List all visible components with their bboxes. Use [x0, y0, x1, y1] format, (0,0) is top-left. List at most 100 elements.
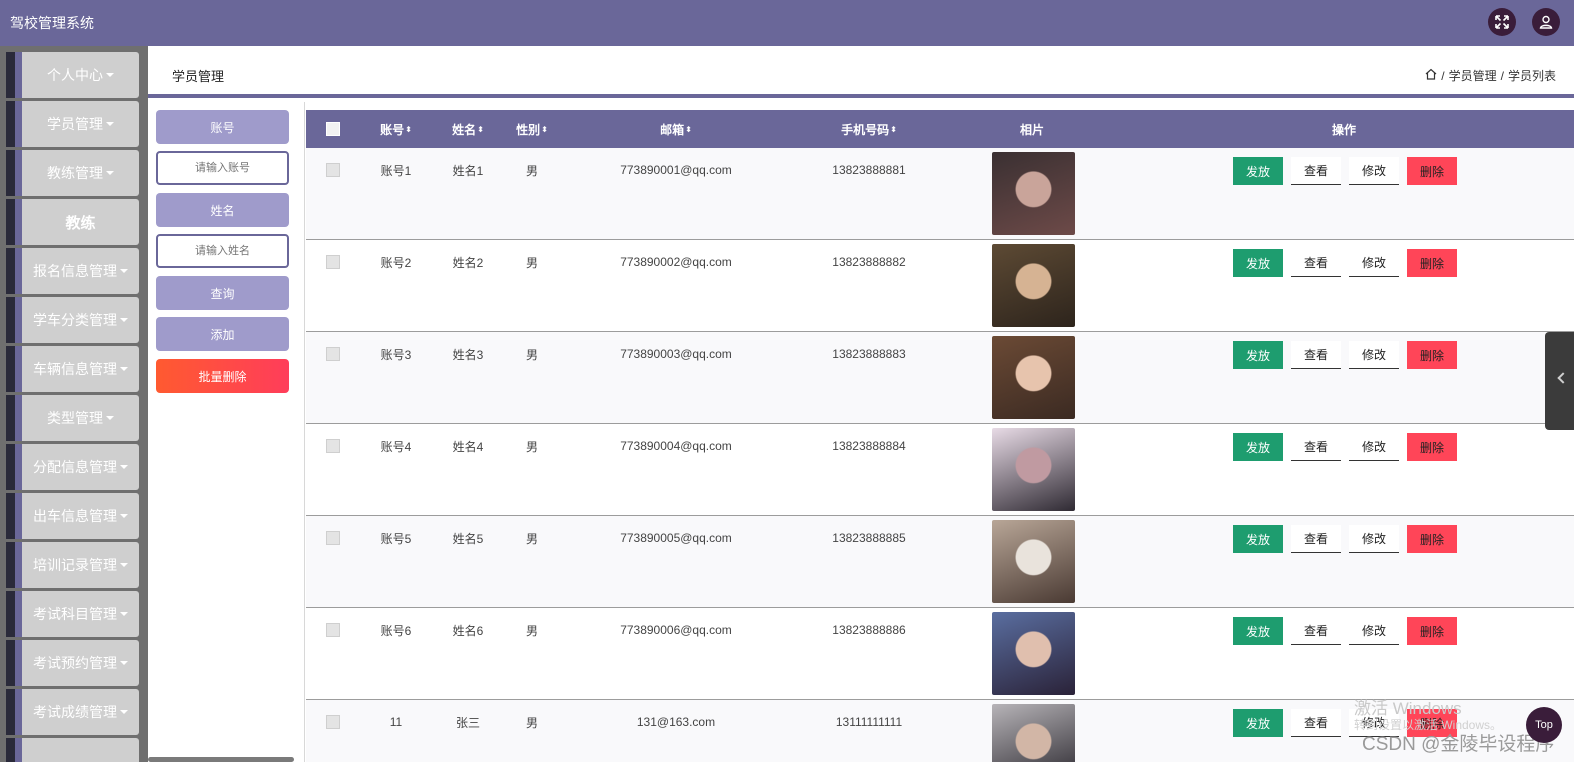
breadcrumb-item-student-mgmt[interactable]: 学员管理	[1449, 67, 1497, 84]
cell-name: 姓名5	[452, 531, 484, 546]
column-gender[interactable]: 性别 ⬍	[502, 110, 562, 148]
sidebar-item[interactable]: 考试科目管理	[6, 591, 139, 637]
fullscreen-icon[interactable]	[1488, 8, 1516, 36]
column-name[interactable]: 姓名 ⬍	[438, 110, 498, 148]
app-title: 驾校管理系统	[10, 15, 94, 31]
edit-button[interactable]: 修改	[1349, 433, 1399, 461]
sidebar-item-accent	[15, 346, 22, 392]
sort-icon[interactable]: ⬍	[477, 125, 484, 134]
add-button[interactable]: 添加	[156, 317, 289, 351]
account-label: 账号	[156, 110, 289, 144]
sidebar-item[interactable]: 考试预约管理	[6, 640, 139, 686]
cell-account: 账号3	[380, 347, 412, 362]
sidebar-item[interactable]: 车辆信息管理	[6, 346, 139, 392]
row-checkbox[interactable]	[325, 345, 341, 363]
sidebar-item[interactable]: 学员管理	[6, 101, 139, 147]
sidebar-item-accent	[6, 738, 15, 762]
edit-button[interactable]: 修改	[1349, 249, 1399, 277]
sidebar-item-accent	[15, 248, 22, 294]
search-panel: 账号 姓名 查询 添加 批量删除	[148, 102, 305, 762]
delete-button[interactable]: 删除	[1407, 525, 1457, 553]
sidebar-item[interactable]: 培训记录管理	[6, 542, 139, 588]
sidebar-item-accent	[6, 493, 15, 539]
view-button[interactable]: 查看	[1291, 341, 1341, 369]
delete-button[interactable]: 删除	[1407, 249, 1457, 277]
issue-button[interactable]: 发放	[1233, 433, 1283, 461]
collapse-panel-tab[interactable]	[1545, 332, 1574, 430]
select-all-checkbox[interactable]	[324, 110, 342, 148]
view-button[interactable]: 查看	[1291, 709, 1341, 737]
sidebar-item[interactable]: 考试成绩管理	[6, 689, 139, 735]
view-button[interactable]: 查看	[1291, 249, 1341, 277]
cell-name: 姓名6	[452, 623, 484, 638]
account-input[interactable]	[156, 151, 289, 185]
cell-email: 773890005@qq.com	[620, 531, 732, 545]
edit-button[interactable]: 修改	[1349, 157, 1399, 185]
breadcrumb-item-student-list: 学员列表	[1507, 69, 1556, 83]
view-button[interactable]: 查看	[1291, 157, 1341, 185]
delete-button[interactable]: 删除	[1407, 341, 1457, 369]
sidebar-item[interactable]: 类型管理	[6, 395, 139, 441]
breadcrumb: / 学员管理 / 学员列表	[1425, 67, 1556, 84]
sidebar-item-accent	[6, 101, 15, 147]
edit-button[interactable]: 修改	[1349, 617, 1399, 645]
sidebar-item[interactable]: 分配信息管理	[6, 444, 139, 490]
edit-button[interactable]: 修改	[1349, 525, 1399, 553]
cell-email: 773890001@qq.com	[620, 163, 732, 177]
sort-icon[interactable]: ⬍	[890, 125, 897, 134]
issue-button[interactable]: 发放	[1233, 525, 1283, 553]
name-label: 姓名	[156, 193, 289, 227]
sort-icon[interactable]: ⬍	[405, 125, 412, 134]
user-icon[interactable]	[1532, 8, 1560, 36]
back-to-top-button[interactable]: Top	[1526, 707, 1562, 743]
sort-icon[interactable]: ⬍	[685, 125, 692, 134]
query-button[interactable]: 查询	[156, 276, 289, 310]
horizontal-scrollbar[interactable]	[148, 757, 294, 762]
name-input[interactable]	[156, 234, 289, 268]
sidebar-item[interactable]: 报名信息管理	[6, 248, 139, 294]
sidebar-item[interactable]: 出车信息管理	[6, 493, 139, 539]
delete-button[interactable]: 删除	[1407, 617, 1457, 645]
csdn-watermark: CSDN @金陵毕设程序	[1362, 734, 1555, 755]
sidebar-item[interactable]: 教练管理	[6, 150, 139, 196]
sidebar-item[interactable]: 教练	[6, 199, 139, 245]
caret-down-icon	[120, 367, 128, 371]
sidebar-item[interactable]: 个人中心	[6, 52, 139, 98]
sidebar-item-accent	[6, 640, 15, 686]
student-photo	[992, 152, 1075, 235]
issue-button[interactable]: 发放	[1233, 157, 1283, 185]
column-email[interactable]: 邮箱 ⬍	[626, 110, 726, 148]
sidebar: 个人中心 学员管理 教练管理 教练 报名信息管理 学车分类管理 车辆信息管理 类型管理 分配信息…	[0, 46, 148, 762]
issue-button[interactable]: 发放	[1233, 617, 1283, 645]
column-phone[interactable]: 手机号码 ⬍	[819, 110, 919, 148]
cell-phone: 13823888885	[832, 531, 906, 545]
caret-down-icon	[120, 269, 128, 273]
sort-icon[interactable]: ⬍	[541, 125, 548, 134]
view-button[interactable]: 查看	[1291, 525, 1341, 553]
row-checkbox[interactable]	[325, 253, 341, 271]
sidebar-item[interactable]	[6, 738, 139, 762]
row-checkbox[interactable]	[325, 161, 341, 179]
delete-button[interactable]: 删除	[1407, 433, 1457, 461]
sidebar-item[interactable]: 学车分类管理	[6, 297, 139, 343]
delete-button[interactable]: 删除	[1407, 157, 1457, 185]
row-checkbox[interactable]	[325, 529, 341, 547]
row-checkbox[interactable]	[325, 621, 341, 639]
batch-delete-button[interactable]: 批量删除	[156, 359, 289, 393]
issue-button[interactable]: 发放	[1233, 341, 1283, 369]
column-account[interactable]: 账号 ⬍	[366, 110, 426, 148]
view-button[interactable]: 查看	[1291, 617, 1341, 645]
sidebar-item-accent	[15, 493, 22, 539]
student-photo	[992, 704, 1075, 762]
cell-email: 773890004@qq.com	[620, 439, 732, 453]
row-checkbox[interactable]	[325, 437, 341, 455]
home-icon[interactable]	[1425, 68, 1437, 83]
edit-button[interactable]: 修改	[1349, 341, 1399, 369]
view-button[interactable]: 查看	[1291, 433, 1341, 461]
row-checkbox[interactable]	[325, 713, 341, 731]
table-row: 账号4 姓名4 男 773890004@qq.com 13823888884 发放 查看 修改…	[306, 424, 1574, 516]
issue-button[interactable]: 发放	[1233, 709, 1283, 737]
caret-down-icon	[120, 563, 128, 567]
cell-gender: 男	[525, 255, 538, 270]
issue-button[interactable]: 发放	[1233, 249, 1283, 277]
